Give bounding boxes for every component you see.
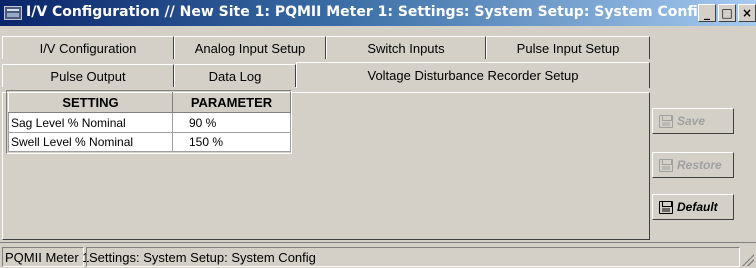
settings-grid: SETTING PARAMETER Sag Level % Nominal 90… xyxy=(8,91,291,153)
status-path: Settings: System Setup: System Config xyxy=(86,247,740,267)
status-bar: PQMII Meter 1 Settings: System Setup: Sy… xyxy=(0,242,756,268)
tab-analog-input-setup[interactable]: Analog Input Setup xyxy=(174,36,326,59)
tab-pulse-input-setup[interactable]: Pulse Input Setup xyxy=(486,36,650,59)
save-label: Save xyxy=(677,114,706,128)
tab-pulse-output[interactable]: Pulse Output xyxy=(2,64,174,87)
minimize-button[interactable]: _ xyxy=(698,4,716,22)
window-title: I/V Configuration // New Site 1: PQMII M… xyxy=(26,4,708,20)
restore-label: Restore xyxy=(677,158,722,172)
parameter-cell[interactable]: 90 % xyxy=(172,112,291,133)
tab-data-log[interactable]: Data Log xyxy=(174,64,296,87)
maximize-button[interactable]: □ xyxy=(718,4,736,22)
table-row[interactable]: Swell Level % Nominal 150 % xyxy=(8,131,291,153)
grid-header-parameter[interactable]: PARAMETER xyxy=(172,91,291,114)
parameter-cell[interactable]: 150 % xyxy=(172,131,291,153)
window-controls: _ □ × xyxy=(698,4,756,22)
resize-grip-icon[interactable] xyxy=(742,254,754,266)
tab-voltage-disturbance-recorder-setup[interactable]: Voltage Disturbance Recorder Setup xyxy=(296,62,650,88)
restore-icon xyxy=(659,158,673,172)
tab-switch-inputs[interactable]: Switch Inputs xyxy=(326,36,486,59)
grid-header-row: SETTING PARAMETER xyxy=(8,91,291,114)
tab-iv-configuration[interactable]: I/V Configuration xyxy=(2,36,174,59)
default-label: Default xyxy=(677,200,718,214)
title-bar[interactable]: I/V Configuration // New Site 1: PQMII M… xyxy=(0,0,756,26)
default-icon xyxy=(659,200,673,214)
close-button[interactable]: × xyxy=(738,4,756,22)
app-icon xyxy=(4,6,22,20)
restore-button[interactable]: Restore xyxy=(652,152,734,178)
save-button[interactable]: Save xyxy=(652,108,734,134)
setting-cell[interactable]: Sag Level % Nominal xyxy=(8,112,173,133)
save-icon xyxy=(659,114,673,128)
setting-cell[interactable]: Swell Level % Nominal xyxy=(8,131,173,153)
status-device: PQMII Meter 1 xyxy=(2,247,90,267)
default-button[interactable]: Default xyxy=(652,194,734,220)
grid-header-setting[interactable]: SETTING xyxy=(8,91,173,114)
table-row[interactable]: Sag Level % Nominal 90 % xyxy=(8,112,291,133)
